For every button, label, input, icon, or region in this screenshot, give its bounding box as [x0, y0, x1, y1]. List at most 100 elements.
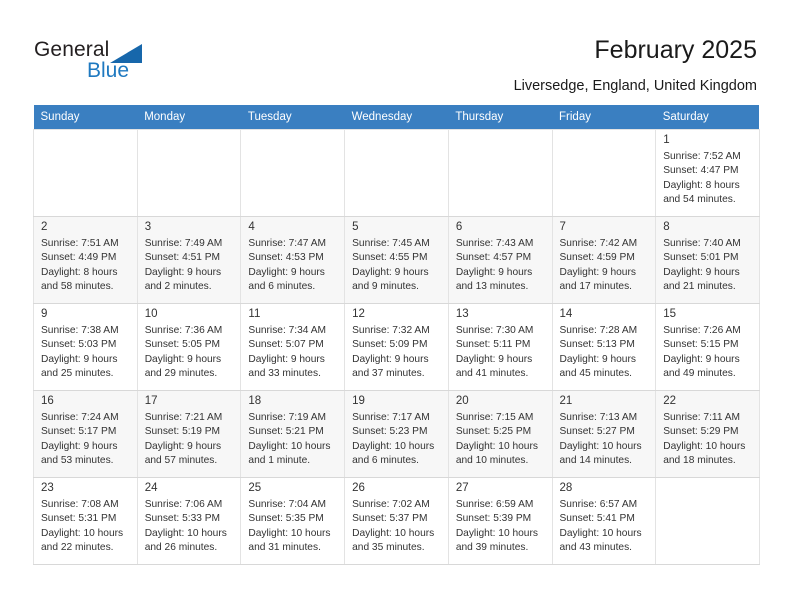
day-number: 16 — [41, 395, 54, 407]
day-number: 13 — [455, 308, 469, 320]
calendar-day-cell[interactable]: 22 Sunrise: 7:11 AM Sunset: 5:29 PM Dayl… — [655, 390, 760, 478]
calendar-day-cell[interactable]: 9 Sunrise: 7:38 AM Sunset: 5:03 PM Dayli… — [33, 303, 138, 391]
calendar-day-cell[interactable]: 6 Sunrise: 7:43 AM Sunset: 4:57 PM Dayli… — [448, 216, 553, 304]
day-sun-info: Sunrise: 7:06 AM Sunset: 5:33 PM Dayligh… — [144, 499, 227, 553]
weekday-header-friday: Friday — [552, 105, 656, 130]
calendar-day-cell[interactable]: 3 Sunrise: 7:49 AM Sunset: 4:51 PM Dayli… — [137, 216, 242, 304]
calendar-cell-empty — [655, 477, 760, 565]
day-number: 6 — [455, 221, 463, 233]
day-number: 1 — [663, 134, 670, 146]
calendar-day-cell[interactable]: 24 Sunrise: 7:06 AM Sunset: 5:33 PM Dayl… — [137, 477, 242, 565]
day-number: 25 — [248, 482, 262, 494]
calendar-day-cell[interactable]: 12 Sunrise: 7:32 AM Sunset: 5:09 PM Dayl… — [344, 303, 449, 391]
day-sun-info: Sunrise: 7:38 AM Sunset: 5:03 PM Dayligh… — [41, 325, 119, 379]
day-sun-info: Sunrise: 7:21 AM Sunset: 5:19 PM Dayligh… — [144, 412, 223, 466]
day-number: 27 — [455, 482, 469, 494]
calendar-day-cell[interactable]: 17 Sunrise: 7:21 AM Sunset: 5:19 PM Dayl… — [137, 390, 242, 478]
day-sun-info: Sunrise: 7:36 AM Sunset: 5:05 PM Dayligh… — [144, 325, 223, 379]
calendar-week-row: 2 Sunrise: 7:51 AM Sunset: 4:49 PM Dayli… — [33, 216, 760, 304]
calendar-week-row: 23 Sunrise: 7:08 AM Sunset: 5:31 PM Dayl… — [33, 477, 760, 565]
day-sun-info: Sunrise: 7:02 AM Sunset: 5:37 PM Dayligh… — [352, 499, 435, 553]
day-sun-info: Sunrise: 7:34 AM Sunset: 5:07 PM Dayligh… — [248, 325, 326, 379]
calendar-day-cell[interactable]: 4 Sunrise: 7:47 AM Sunset: 4:53 PM Dayli… — [240, 216, 346, 304]
calendar-week-row: 16 Sunrise: 7:24 AM Sunset: 5:17 PM Dayl… — [33, 390, 760, 478]
day-sun-info: Sunrise: 7:30 AM Sunset: 5:11 PM Dayligh… — [455, 325, 534, 379]
calendar-day-cell[interactable]: 19 Sunrise: 7:17 AM Sunset: 5:23 PM Dayl… — [344, 390, 449, 478]
calendar-week-row: 9 Sunrise: 7:38 AM Sunset: 5:03 PM Dayli… — [33, 303, 760, 391]
calendar-day-cell[interactable]: 8 Sunrise: 7:40 AM Sunset: 5:01 PM Dayli… — [655, 216, 760, 304]
calendar-day-cell[interactable]: 14 Sunrise: 7:28 AM Sunset: 5:13 PM Dayl… — [552, 303, 657, 391]
calendar-day-cell[interactable]: 27 Sunrise: 6:59 AM Sunset: 5:39 PM Dayl… — [448, 477, 553, 565]
calendar-day-cell[interactable]: 16 Sunrise: 7:24 AM Sunset: 5:17 PM Dayl… — [33, 390, 138, 478]
weekday-header-thursday: Thursday — [448, 105, 553, 130]
calendar-cell-empty — [448, 129, 553, 217]
day-sun-info: Sunrise: 7:19 AM Sunset: 5:21 PM Dayligh… — [248, 412, 331, 466]
day-number: 23 — [41, 482, 54, 494]
day-sun-info: Sunrise: 7:47 AM Sunset: 4:53 PM Dayligh… — [248, 238, 326, 292]
weekday-header-tuesday: Tuesday — [240, 105, 345, 130]
day-sun-info: Sunrise: 7:49 AM Sunset: 4:51 PM Dayligh… — [144, 238, 223, 292]
day-sun-info: Sunrise: 7:17 AM Sunset: 5:23 PM Dayligh… — [352, 412, 435, 466]
day-number: 26 — [352, 482, 365, 494]
calendar-cell-empty — [33, 129, 138, 217]
day-sun-info: Sunrise: 7:51 AM Sunset: 4:49 PM Dayligh… — [41, 238, 119, 292]
calendar-header-row: Sunday Monday Tuesday Wednesday Thursday… — [33, 105, 760, 130]
weekday-header-sunday: Sunday — [33, 105, 138, 130]
day-number: 20 — [455, 395, 469, 407]
day-sun-info: Sunrise: 7:11 AM Sunset: 5:29 PM Dayligh… — [663, 412, 746, 466]
calendar-day-cell[interactable]: 7 Sunrise: 7:42 AM Sunset: 4:59 PM Dayli… — [552, 216, 657, 304]
day-sun-info: Sunrise: 7:32 AM Sunset: 5:09 PM Dayligh… — [352, 325, 430, 379]
day-number: 12 — [352, 308, 365, 320]
day-number: 2 — [41, 221, 48, 233]
calendar-table: Sunday Monday Tuesday Wednesday Thursday… — [33, 105, 760, 565]
general-blue-logo[interactable]: General Blue — [34, 38, 174, 84]
calendar-day-cell[interactable]: 18 Sunrise: 7:19 AM Sunset: 5:21 PM Dayl… — [240, 390, 346, 478]
day-number: 3 — [144, 221, 152, 233]
day-number: 9 — [41, 308, 48, 320]
day-number: 7 — [559, 221, 566, 233]
day-sun-info: Sunrise: 7:52 AM Sunset: 4:47 PM Dayligh… — [663, 151, 741, 205]
page-title: February 2025 — [594, 36, 757, 64]
calendar-day-cell[interactable]: 13 Sunrise: 7:30 AM Sunset: 5:11 PM Dayl… — [448, 303, 553, 391]
day-sun-info: Sunrise: 7:26 AM Sunset: 5:15 PM Dayligh… — [663, 325, 741, 379]
calendar-day-cell[interactable]: 5 Sunrise: 7:45 AM Sunset: 4:55 PM Dayli… — [344, 216, 449, 304]
calendar-day-cell[interactable]: 28 Sunrise: 6:57 AM Sunset: 5:41 PM Dayl… — [552, 477, 657, 565]
day-sun-info: Sunrise: 7:08 AM Sunset: 5:31 PM Dayligh… — [41, 499, 124, 553]
calendar-cell-empty — [552, 129, 657, 217]
day-number: 19 — [352, 395, 365, 407]
day-number: 22 — [663, 395, 677, 407]
logo-text-blue: Blue — [87, 59, 130, 82]
calendar-day-cell[interactable]: 23 Sunrise: 7:08 AM Sunset: 5:31 PM Dayl… — [33, 477, 138, 565]
day-sun-info: Sunrise: 6:59 AM Sunset: 5:39 PM Dayligh… — [455, 499, 538, 553]
day-number: 17 — [144, 395, 158, 407]
day-sun-info: Sunrise: 7:15 AM Sunset: 5:25 PM Dayligh… — [455, 412, 538, 466]
day-sun-info: Sunrise: 6:57 AM Sunset: 5:41 PM Dayligh… — [559, 499, 642, 553]
calendar-day-cell[interactable]: 1 Sunrise: 7:52 AM Sunset: 4:47 PM Dayli… — [655, 129, 760, 217]
calendar-day-cell[interactable]: 2 Sunrise: 7:51 AM Sunset: 4:49 PM Dayli… — [33, 216, 138, 304]
weekday-header-saturday: Saturday — [655, 105, 760, 130]
calendar-day-cell[interactable]: 20 Sunrise: 7:15 AM Sunset: 5:25 PM Dayl… — [448, 390, 553, 478]
day-number: 28 — [559, 482, 573, 494]
weekday-header-monday: Monday — [137, 105, 241, 130]
calendar-day-cell[interactable]: 10 Sunrise: 7:36 AM Sunset: 5:05 PM Dayl… — [137, 303, 242, 391]
day-sun-info: Sunrise: 7:45 AM Sunset: 4:55 PM Dayligh… — [352, 238, 430, 292]
calendar-day-cell[interactable]: 25 Sunrise: 7:04 AM Sunset: 5:35 PM Dayl… — [240, 477, 346, 565]
calendar-day-cell[interactable]: 21 Sunrise: 7:13 AM Sunset: 5:27 PM Dayl… — [552, 390, 657, 478]
day-sun-info: Sunrise: 7:13 AM Sunset: 5:27 PM Dayligh… — [559, 412, 642, 466]
calendar-page: General Blue February 2025 Liversedge, E… — [0, 0, 792, 612]
day-number: 5 — [352, 221, 359, 233]
calendar-day-cell[interactable]: 11 Sunrise: 7:34 AM Sunset: 5:07 PM Dayl… — [240, 303, 346, 391]
calendar-day-cell[interactable]: 26 Sunrise: 7:02 AM Sunset: 5:37 PM Dayl… — [344, 477, 449, 565]
day-number: 8 — [663, 221, 670, 233]
page-header: General Blue February 2025 Liversedge, E… — [0, 0, 792, 104]
day-sun-info: Sunrise: 7:04 AM Sunset: 5:35 PM Dayligh… — [248, 499, 331, 553]
calendar-day-cell[interactable]: 15 Sunrise: 7:26 AM Sunset: 5:15 PM Dayl… — [655, 303, 760, 391]
page-subtitle-location: Liversedge, England, United Kingdom — [513, 78, 757, 94]
calendar-week-row: 1 Sunrise: 7:52 AM Sunset: 4:47 PM Dayli… — [33, 129, 760, 217]
day-number: 18 — [248, 395, 262, 407]
calendar-cell-empty — [240, 129, 346, 217]
day-number: 15 — [663, 308, 677, 320]
day-number: 24 — [144, 482, 158, 494]
day-number: 10 — [144, 308, 158, 320]
calendar-cell-empty — [344, 129, 449, 217]
